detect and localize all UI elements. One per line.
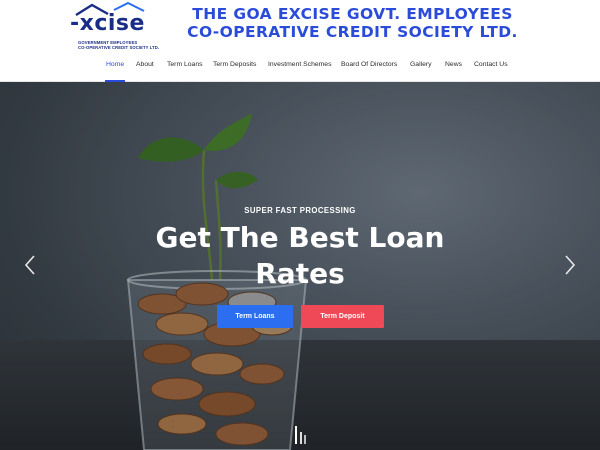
main-nav: Home About Term Loans Term Deposits Inve…: [0, 56, 600, 82]
term-deposit-button[interactable]: Term Deposit: [301, 305, 384, 328]
org-title-line2: CO-OPERATIVE CREDIT SOCIETY LTD.: [187, 23, 518, 41]
nav-contact-us[interactable]: Contact Us: [474, 61, 508, 68]
nav-home[interactable]: Home: [106, 61, 124, 68]
chevron-left-icon[interactable]: [22, 254, 38, 276]
logo-wordmark: -xcise: [70, 11, 145, 36]
hero-heading-line2: Rates: [255, 257, 345, 290]
term-loans-button[interactable]: Term Loans: [217, 305, 293, 328]
nav-about[interactable]: About: [136, 61, 154, 68]
chevron-right-icon[interactable]: [562, 254, 578, 276]
nav-term-deposits[interactable]: Term Deposits: [213, 61, 256, 68]
hero-kicker: SUPER FAST PROCESSING: [244, 206, 356, 215]
scroll-indicator-icon[interactable]: [293, 426, 307, 444]
site-logo[interactable]: -xcise GOVERNMENT EMPLOYEES CO-OPERATIVE…: [70, 2, 160, 52]
hero-slider: SUPER FAST PROCESSING Get The Best Loan …: [0, 82, 600, 450]
nav-board-of-directors[interactable]: Board Of Directors: [341, 61, 397, 68]
nav-gallery[interactable]: Gallery: [410, 61, 432, 68]
nav-news[interactable]: News: [445, 61, 462, 68]
site-header: -xcise GOVERNMENT EMPLOYEES CO-OPERATIVE…: [0, 0, 600, 82]
nav-investment-schemes[interactable]: Investment Schemes: [268, 61, 331, 68]
hero-heading-line1: Get The Best Loan: [155, 221, 445, 254]
org-title-line1: THE GOA EXCISE GOVT. EMPLOYEES: [192, 5, 513, 23]
logo-subtitle-2: CO-OPERATIVE CREDIT SOCIETY LTD.: [78, 45, 160, 50]
nav-term-loans[interactable]: Term Loans: [167, 61, 203, 68]
